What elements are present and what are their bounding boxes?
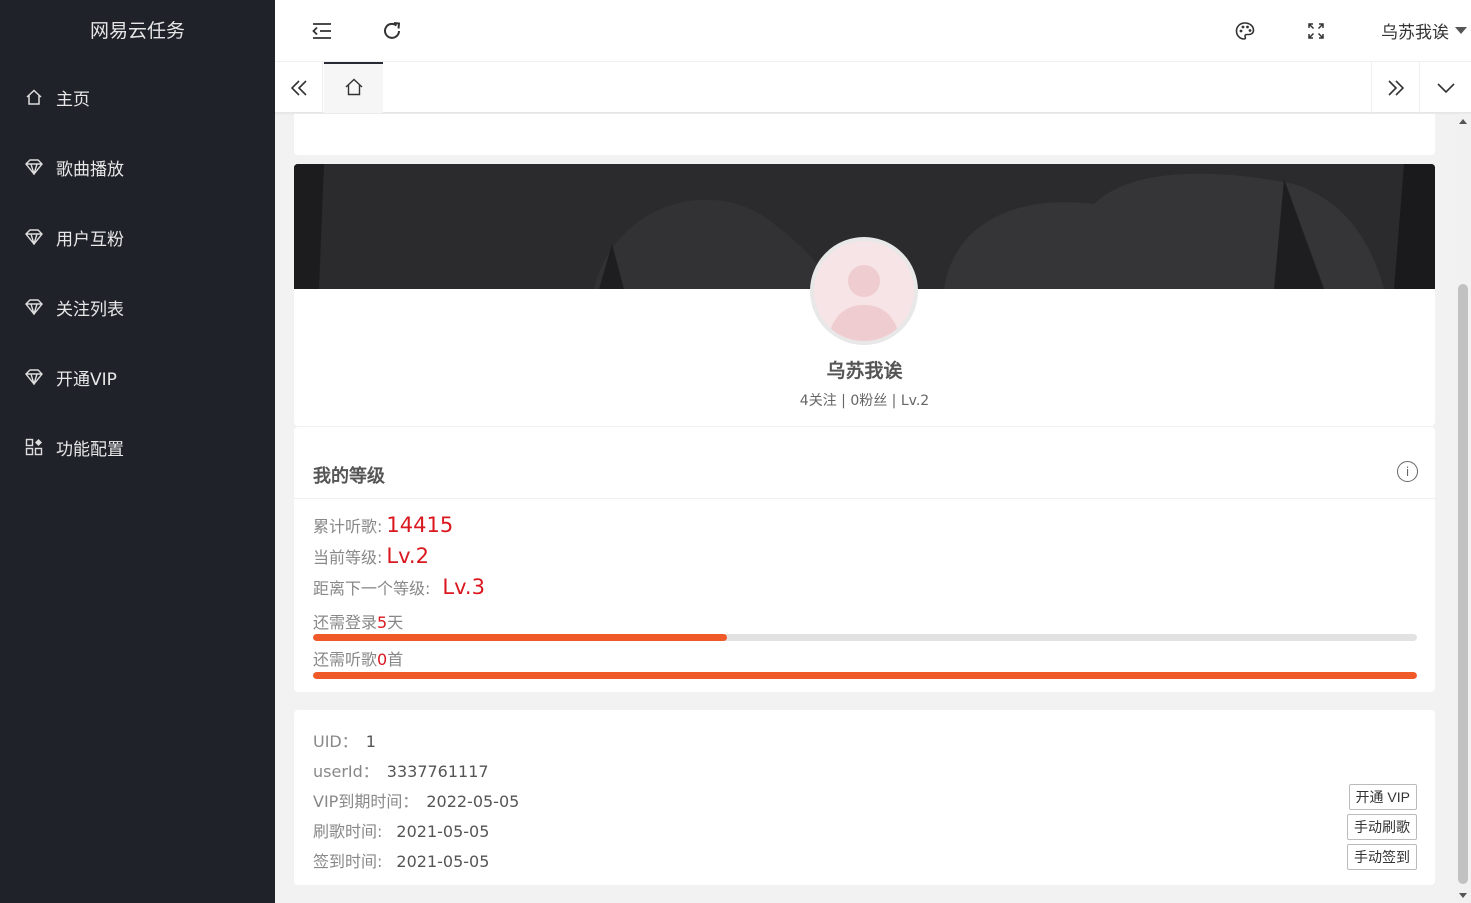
next-level-label: 距离下一个等级: xyxy=(313,579,431,598)
uid-value: 1 xyxy=(365,732,376,751)
listen-remaining-suffix: 首 xyxy=(387,650,404,669)
total-listen-label: 累计听歌: xyxy=(313,517,383,536)
signin-time-value: 2021-05-05 xyxy=(396,852,490,871)
sidebar-item-vip[interactable]: 开通VIP xyxy=(0,342,275,412)
current-level-value: Lv.2 xyxy=(386,544,429,568)
sidebar-item-label: 开通VIP xyxy=(56,369,117,390)
main-content: 乌苏我诶 4关注 | 0粉丝 | Lv.2 我的等级 i 累计听歌: 14415… xyxy=(275,114,1455,903)
listen-remaining-prefix: 还需听歌 xyxy=(313,650,378,669)
sidebar-item-label: 主页 xyxy=(56,89,90,110)
scroll-down-arrow-icon[interactable] xyxy=(1459,893,1467,898)
refresh-time-row: 刷歌时间: 2021-05-05 xyxy=(313,818,489,842)
open-vip-button[interactable]: 开通 VIP xyxy=(1348,784,1417,810)
next-level-row: 距离下一个等级: Lv.3 xyxy=(313,575,485,599)
sidebar-item-label: 歌曲播放 xyxy=(56,159,124,180)
login-remaining-prefix: 还需登录 xyxy=(313,613,378,632)
manual-refresh-button[interactable]: 手动刷歌 xyxy=(1347,814,1417,840)
total-listen-value: 14415 xyxy=(386,513,454,537)
info-icon[interactable]: i xyxy=(1397,461,1418,482)
top-card xyxy=(294,114,1435,155)
sidebar-item-label: 用户互粉 xyxy=(56,229,124,250)
fullscreen-icon[interactable] xyxy=(1301,16,1331,46)
palette-icon[interactable] xyxy=(1230,16,1260,46)
level-card: 我的等级 i 累计听歌: 14415 当前等级: Lv.2 距离下一个等级: L… xyxy=(294,427,1435,692)
current-level-label: 当前等级: xyxy=(313,548,383,567)
sidebar-item-mutual-follow[interactable]: 用户互粉 xyxy=(0,202,275,272)
uid-label: UID： xyxy=(313,732,358,751)
userid-value: 3337761117 xyxy=(386,762,489,781)
manual-signin-button[interactable]: 手动签到 xyxy=(1347,844,1417,870)
listen-progress-bar xyxy=(313,672,1417,679)
listen-progress-fill xyxy=(313,672,1417,679)
username-label: 乌苏我诶 xyxy=(1381,23,1449,43)
tabs-scroll-left-icon[interactable] xyxy=(275,62,323,113)
sidebar-item-song-play[interactable]: 歌曲播放 xyxy=(0,132,275,202)
scrollbar-thumb[interactable] xyxy=(1458,284,1468,884)
vip-expiry-value: 2022-05-05 xyxy=(426,792,520,811)
content-scrollbar[interactable] xyxy=(1455,114,1471,903)
sidebar: 网易云任务 主页 歌曲播放 用户互粉 关注列表 开通VIP 功能配置 xyxy=(0,0,275,903)
user-menu[interactable]: 乌苏我诶 xyxy=(1381,18,1467,43)
login-progress-bar xyxy=(313,634,1417,641)
diamond-icon xyxy=(24,157,44,177)
next-level-value: Lv.3 xyxy=(442,575,485,599)
level-card-header: 我的等级 i xyxy=(294,427,1435,499)
tabs-dropdown-icon[interactable] xyxy=(1419,62,1471,113)
sidebar-item-follow-list[interactable]: 关注列表 xyxy=(0,272,275,342)
tabs-scroll-right-icon[interactable] xyxy=(1371,62,1419,113)
sidebar-item-label: 功能配置 xyxy=(56,439,124,460)
refresh-icon[interactable] xyxy=(377,16,407,46)
diamond-icon xyxy=(24,227,44,247)
app-logo-title: 网易云任务 xyxy=(0,0,275,62)
avatar[interactable] xyxy=(810,237,918,345)
vip-expiry-label: VIP到期时间： xyxy=(313,792,419,811)
login-remaining-suffix: 天 xyxy=(387,613,404,632)
profile-card: 乌苏我诶 4关注 | 0粉丝 | Lv.2 xyxy=(294,164,1435,426)
signin-time-row: 签到时间: 2021-05-05 xyxy=(313,848,489,872)
profile-username: 乌苏我诶 xyxy=(826,360,903,382)
level-title: 我的等级 xyxy=(313,466,385,487)
refresh-time-value: 2021-05-05 xyxy=(396,822,490,841)
listen-remaining-row: 还需听歌 0 首 xyxy=(313,646,403,670)
tab-bar xyxy=(275,62,1471,113)
profile-stats: 4关注 | 0粉丝 | Lv.2 xyxy=(799,393,930,409)
login-remaining-days: 5 xyxy=(377,613,388,632)
login-remaining-row: 还需登录 5 天 xyxy=(313,609,403,633)
diamond-icon xyxy=(24,297,44,317)
current-level-row: 当前等级: Lv.2 xyxy=(313,544,429,568)
listen-remaining-count: 0 xyxy=(377,650,388,669)
sidebar-item-home[interactable]: 主页 xyxy=(0,62,275,132)
sidebar-item-label: 关注列表 xyxy=(56,299,124,320)
home-icon xyxy=(24,87,44,107)
refresh-time-label: 刷歌时间: xyxy=(313,822,383,841)
account-detail-card: UID： 1 userId： 3337761117 VIP到期时间： 2022-05-… xyxy=(294,710,1435,885)
top-header: 乌苏我诶 xyxy=(275,0,1471,62)
vip-expiry-row: VIP到期时间： 2022-05-05 xyxy=(313,788,519,812)
uid-row: UID： 1 xyxy=(313,728,376,752)
scroll-up-arrow-icon[interactable] xyxy=(1459,119,1467,124)
diamond-icon xyxy=(24,367,44,387)
userid-row: userId： 3337761117 xyxy=(313,758,489,782)
total-listen-row: 累计听歌: 14415 xyxy=(313,513,453,537)
sidebar-item-settings[interactable]: 功能配置 xyxy=(0,412,275,482)
apps-icon xyxy=(24,437,44,457)
signin-time-label: 签到时间: xyxy=(313,852,383,871)
home-icon xyxy=(344,77,364,101)
menu-collapse-icon[interactable] xyxy=(307,16,337,46)
login-progress-fill xyxy=(313,634,727,641)
tab-home[interactable] xyxy=(324,62,383,113)
caret-down-icon xyxy=(1455,27,1467,34)
userid-label: userId： xyxy=(313,762,379,781)
